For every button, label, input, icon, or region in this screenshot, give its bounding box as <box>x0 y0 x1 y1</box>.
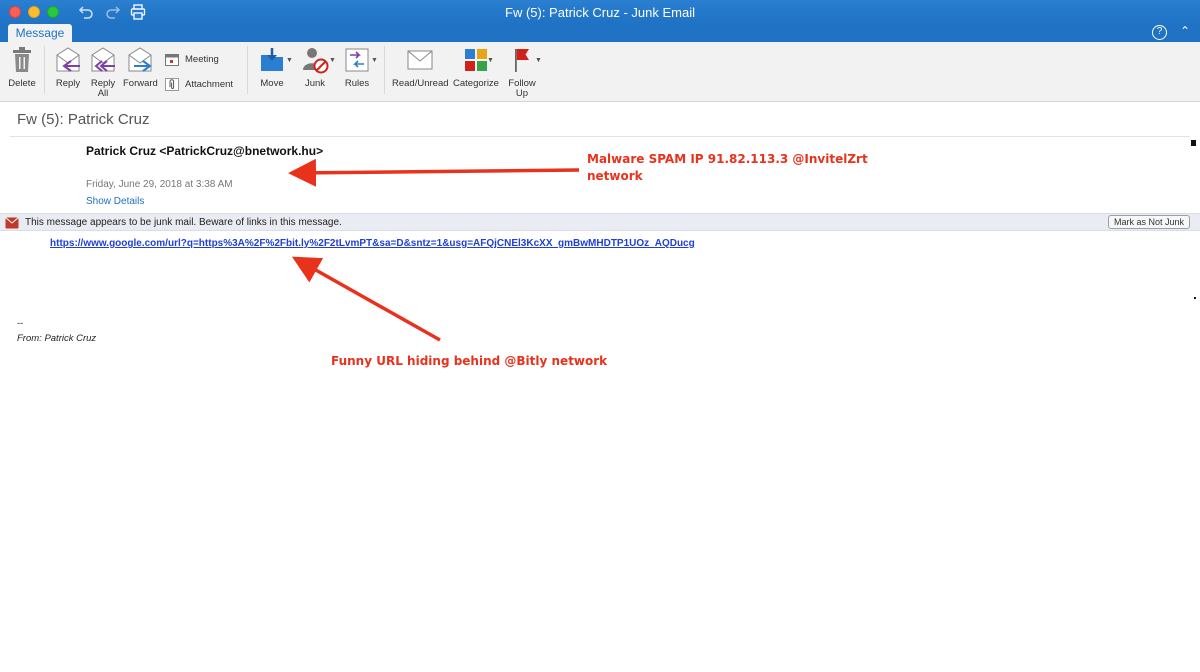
attachment-button[interactable]: Attachment <box>165 78 233 91</box>
annotation-funny-url: Funny URL hiding behind @Bitly network <box>331 354 608 368</box>
junk-label: Junk <box>304 78 326 89</box>
forward-icon <box>125 46 155 74</box>
envelope-icon <box>405 46 435 74</box>
move-button[interactable]: Move <box>256 46 288 89</box>
delete-label: Delete <box>8 78 36 89</box>
collapse-ribbon-icon[interactable]: ⌃ <box>1180 24 1190 38</box>
reply-all-icon <box>88 46 118 74</box>
ribbon-separator <box>384 46 385 94</box>
flag-icon <box>507 46 537 74</box>
window-title: Fw (5): Patrick Cruz - Junk Email <box>505 5 695 20</box>
tab-message[interactable]: Message <box>8 24 72 42</box>
paperclip-icon <box>165 78 179 91</box>
reply-icon <box>53 46 83 74</box>
calendar-icon <box>165 53 179 66</box>
signature-separator: -- <box>17 318 24 329</box>
junk-dropdown-icon[interactable]: ▼ <box>329 57 336 64</box>
message-subject: Fw (5): Patrick Cruz <box>17 111 150 128</box>
reply-label: Reply <box>55 78 81 89</box>
ribbon-separator <box>247 46 248 94</box>
header-divider <box>10 136 1190 137</box>
help-icon[interactable]: ? <box>1152 25 1167 40</box>
junk-warning-banner: This message appears to be junk mail. Be… <box>0 213 1200 231</box>
title-bar: Fw (5): Patrick Cruz - Junk Email <box>0 0 1200 24</box>
signature-from: From: Patrick Cruz <box>17 333 97 344</box>
scroll-marker <box>1191 140 1196 146</box>
attachment-label: Attachment <box>185 79 234 90</box>
junk-envelope-icon <box>5 216 19 229</box>
show-details-link[interactable]: Show Details <box>86 196 144 207</box>
rules-icon <box>342 46 372 74</box>
move-dropdown-icon[interactable]: ▼ <box>286 57 293 64</box>
ribbon: Delete Reply Reply All Forward Meeting A… <box>0 42 1200 102</box>
arrow-to-sender <box>288 158 580 187</box>
move-label: Move <box>260 78 284 89</box>
meeting-button[interactable]: Meeting <box>165 53 219 66</box>
meeting-label: Meeting <box>185 54 219 65</box>
message-date: Friday, June 29, 2018 at 3:38 AM <box>86 179 233 190</box>
rules-dropdown-icon[interactable]: ▼ <box>371 57 378 64</box>
ribbon-tab-strip: Message ? ⌃ <box>0 24 1200 42</box>
rules-button[interactable]: Rules <box>340 46 374 89</box>
reply-all-button[interactable]: Reply All <box>88 46 118 99</box>
junk-warning-text: This message appears to be junk mail. Be… <box>25 217 342 228</box>
move-folder-icon <box>257 46 287 74</box>
ribbon-separator <box>44 46 45 94</box>
follow-up-dropdown-icon[interactable]: ▼ <box>535 57 542 64</box>
suspicious-link[interactable]: https://www.google.com/url?q=https%3A%2F… <box>50 238 695 249</box>
arrow-to-link <box>291 256 441 342</box>
junk-button[interactable]: Junk <box>298 46 332 89</box>
forward-label: Forward <box>123 78 158 89</box>
junk-person-icon <box>300 46 330 74</box>
sender-address[interactable]: Patrick Cruz <PatrickCruz@bnetwork.hu> <box>86 144 323 158</box>
read-unread-button[interactable]: Read/Unread <box>392 46 449 89</box>
forward-button[interactable]: Forward <box>123 46 158 89</box>
read-unread-label: Read/Unread <box>392 78 449 89</box>
categorize-button[interactable]: Categorize <box>452 46 500 89</box>
rules-label: Rules <box>344 78 370 89</box>
follow-up-button[interactable]: Follow Up <box>505 46 539 99</box>
reply-all-label-line2: All <box>97 88 109 99</box>
trash-icon <box>7 46 37 74</box>
reply-button[interactable]: Reply <box>53 46 83 89</box>
annotation-spam-ip-line2: network <box>587 169 643 183</box>
categorize-dropdown-icon[interactable]: ▼ <box>487 57 494 64</box>
delete-button[interactable]: Delete <box>7 46 37 89</box>
scroll-dot <box>1194 297 1196 299</box>
annotation-spam-ip: Malware SPAM IP 91.82.113.3 @InvitelZrt … <box>587 151 887 185</box>
mark-not-junk-button[interactable]: Mark as Not Junk <box>1107 215 1190 229</box>
categorize-label: Categorize <box>453 78 499 89</box>
follow-up-label-line2: Up <box>515 88 529 99</box>
annotation-spam-ip-line1: Malware SPAM IP 91.82.113.3 @InvitelZrt <box>587 152 868 166</box>
